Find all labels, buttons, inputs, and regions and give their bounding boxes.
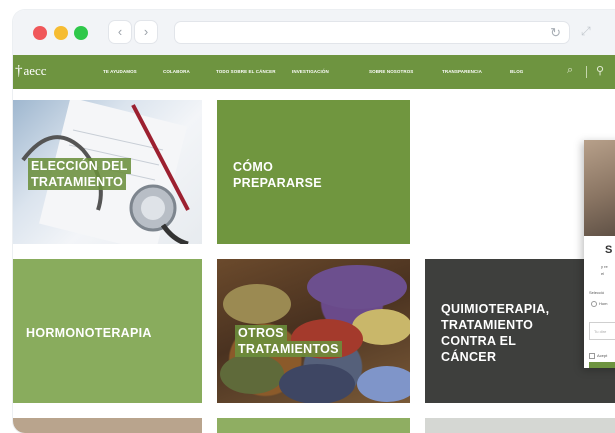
nav-te-ayudamos[interactable]: TE AYUDAMOS <box>103 68 137 75</box>
user-icon[interactable]: ⚲ <box>596 64 604 77</box>
site-header: †aecc TE AYUDAMOS COLABORA TODO SOBRE EL… <box>13 55 615 89</box>
forward-icon[interactable]: › <box>135 21 157 43</box>
nav-sobre-nosotros[interactable]: SOBRE NOSOTROS <box>369 68 413 75</box>
tile-eleccion-del-tratamiento[interactable]: ELECCIÓN DEL TRATAMIENTO <box>13 100 202 244</box>
back-icon[interactable]: ‹ <box>109 21 131 43</box>
tile-title-line: PREPARARSE <box>233 176 322 190</box>
address-bar[interactable]: ↻ <box>175 22 569 43</box>
tile-como-prepararse[interactable]: CÓMO PREPARARSE <box>217 100 410 244</box>
tile-title-line: TRATAMIENTOS <box>235 341 342 357</box>
tile-title-line: CONTRA EL <box>441 334 517 348</box>
tile-title-line: ELECCIÓN DEL <box>28 158 131 174</box>
nav-transparencia[interactable]: TRANSPARENCIA <box>442 68 482 75</box>
nav-colabora[interactable]: COLABORA <box>163 68 190 75</box>
aecc-logo[interactable]: †aecc <box>15 62 47 80</box>
nav-blog[interactable]: BLOG <box>510 68 523 75</box>
browser-window: ‹ › ↻ ⤢ †aecc TE AYUDAMOS COLABORA TODO … <box>13 10 615 433</box>
popup-submit-button[interactable] <box>589 362 615 368</box>
popup-accept-checkbox[interactable] <box>589 353 595 359</box>
minimize-window-button[interactable] <box>54 26 68 40</box>
tile-partial[interactable] <box>13 418 202 433</box>
reload-icon[interactable]: ↻ <box>550 23 561 42</box>
tile-hormonoterapia[interactable]: HORMONOTERAPIA <box>13 259 202 403</box>
tile-title: HORMONOTERAPIA <box>26 326 152 340</box>
nav-investigacion[interactable]: INVESTIGACIÓN <box>292 68 329 75</box>
header-divider <box>586 66 587 78</box>
popup-radio[interactable] <box>591 301 597 307</box>
tile-title-line: TRATAMIENTO <box>28 174 127 190</box>
popup-select-label: Selecció <box>589 290 605 295</box>
popup-photo <box>584 140 615 236</box>
popup-accept-label: Acept <box>597 353 608 358</box>
tile-title-line: QUIMIOTERAPIA, <box>441 302 550 316</box>
newsletter-popup: S y re el Selecció Hom Tu dire Acept <box>584 140 615 368</box>
expand-icon[interactable]: ⤢ <box>581 24 591 39</box>
popup-text: y re <box>601 264 608 269</box>
tile-partial[interactable] <box>217 418 410 433</box>
maximize-window-button[interactable] <box>74 26 88 40</box>
logo-text: aecc <box>23 63 47 78</box>
tile-title-line: CÁNCER <box>441 350 497 364</box>
popup-title: S <box>605 244 613 256</box>
tile-title-line: CÓMO <box>233 160 274 174</box>
popup-radio-label: Hom <box>599 301 608 306</box>
popup-input-placeholder: Tu dire <box>594 329 607 334</box>
popup-email-input[interactable]: Tu dire <box>589 322 615 340</box>
nav-todo-sobre-el-cancer[interactable]: TODO SOBRE EL CÁNCER <box>216 68 276 75</box>
browser-toolbar: ‹ › ↻ ⤢ <box>13 10 615 55</box>
search-icon[interactable]: ⌕ <box>567 64 573 77</box>
tile-otros-tratamientos[interactable]: OTROS TRATAMIENTOS <box>217 259 410 403</box>
popup-text: el <box>601 271 605 276</box>
tile-title-line: TRATAMIENTO <box>441 318 534 332</box>
tile-partial[interactable] <box>425 418 615 433</box>
tile-title-line: OTROS <box>235 325 287 341</box>
logo-cross-icon: † <box>15 63 23 79</box>
close-window-button[interactable] <box>33 26 47 40</box>
